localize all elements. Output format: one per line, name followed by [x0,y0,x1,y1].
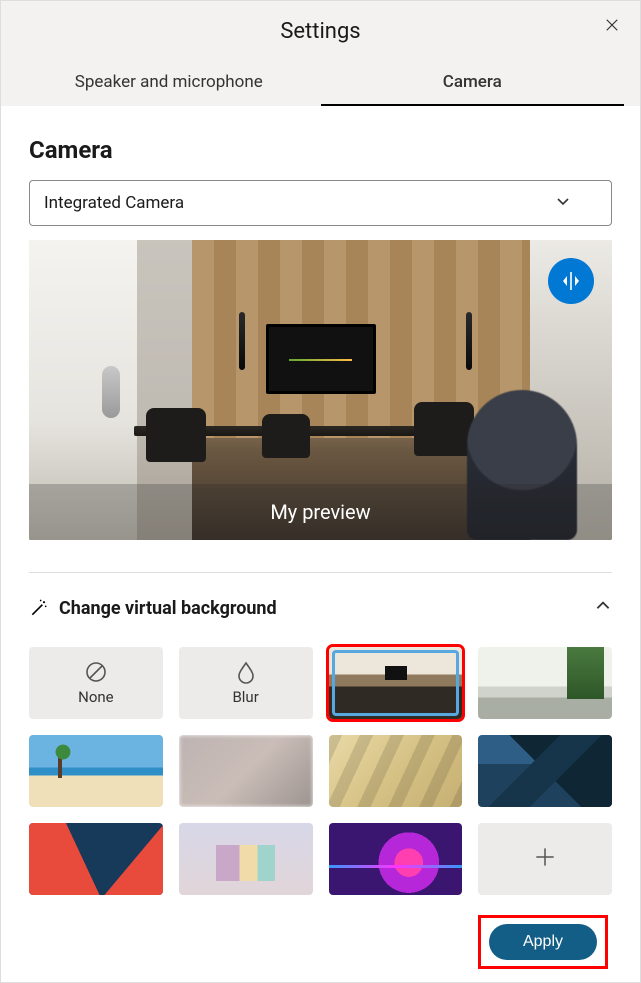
camera-select-value: Integrated Camera [44,193,184,213]
vb-option-room[interactable] [329,647,463,719]
tab-speaker-microphone[interactable]: Speaker and microphone [17,62,321,106]
vb-option-add[interactable] [478,823,612,895]
virtual-background-grid: None Blur [29,647,612,895]
close-icon [605,18,619,32]
tab-camera[interactable]: Camera [321,62,625,106]
vb-option-mountains[interactable] [478,735,612,807]
vb-thumb-beach [29,735,163,807]
vb-thumb-blur-room [179,735,313,807]
vb-thumb-window-light [329,735,463,807]
plus-icon [532,844,558,874]
camera-heading: Camera [29,136,612,164]
vb-option-window-light[interactable] [329,735,463,807]
vb-option-none[interactable]: None [29,647,163,719]
vb-option-geometric[interactable] [29,823,163,895]
vb-thumb-neon [329,823,463,895]
vb-label-none: None [78,688,114,706]
divider [29,572,612,573]
apply-highlight: Apply [478,915,608,969]
virtual-background-header[interactable]: Change virtual background [29,593,612,623]
tabs: Speaker and microphone Camera [17,62,624,106]
camera-select[interactable]: Integrated Camera [29,180,612,226]
dialog-title: Settings [17,19,624,44]
none-icon [84,660,108,684]
vb-thumb-room [329,647,463,719]
mirror-button[interactable] [548,258,594,304]
vb-option-3d-shapes[interactable] [179,823,313,895]
mirror-icon [559,269,583,293]
camera-select-wrap: Integrated Camera [29,180,612,226]
chevron-up-icon [594,597,612,619]
vb-label-blur: Blur [232,688,258,706]
vb-thumb-3d-shapes [179,823,313,895]
footer: Apply [29,895,612,977]
chevron-down-icon [555,193,571,213]
vb-option-blur-room[interactable] [179,735,313,807]
content-area: Camera Integrated Camera [1,106,640,982]
magic-wand-icon [29,598,49,618]
apply-button[interactable]: Apply [489,924,597,960]
vb-thumb-apartment [478,647,612,719]
close-button[interactable] [598,11,626,39]
virtual-background-title: Change virtual background [59,598,277,619]
vb-option-neon[interactable] [329,823,463,895]
vb-option-beach[interactable] [29,735,163,807]
settings-dialog: Settings Speaker and microphone Camera C… [0,0,641,983]
vb-option-blur[interactable]: Blur [179,647,313,719]
vb-thumb-geometric [29,823,163,895]
vb-option-apartment[interactable] [478,647,612,719]
blur-icon [234,660,258,684]
preview-label: My preview [29,484,612,540]
camera-preview: My preview [29,240,612,540]
vb-thumb-mountains [478,735,612,807]
dialog-header: Settings Speaker and microphone Camera [1,1,640,106]
